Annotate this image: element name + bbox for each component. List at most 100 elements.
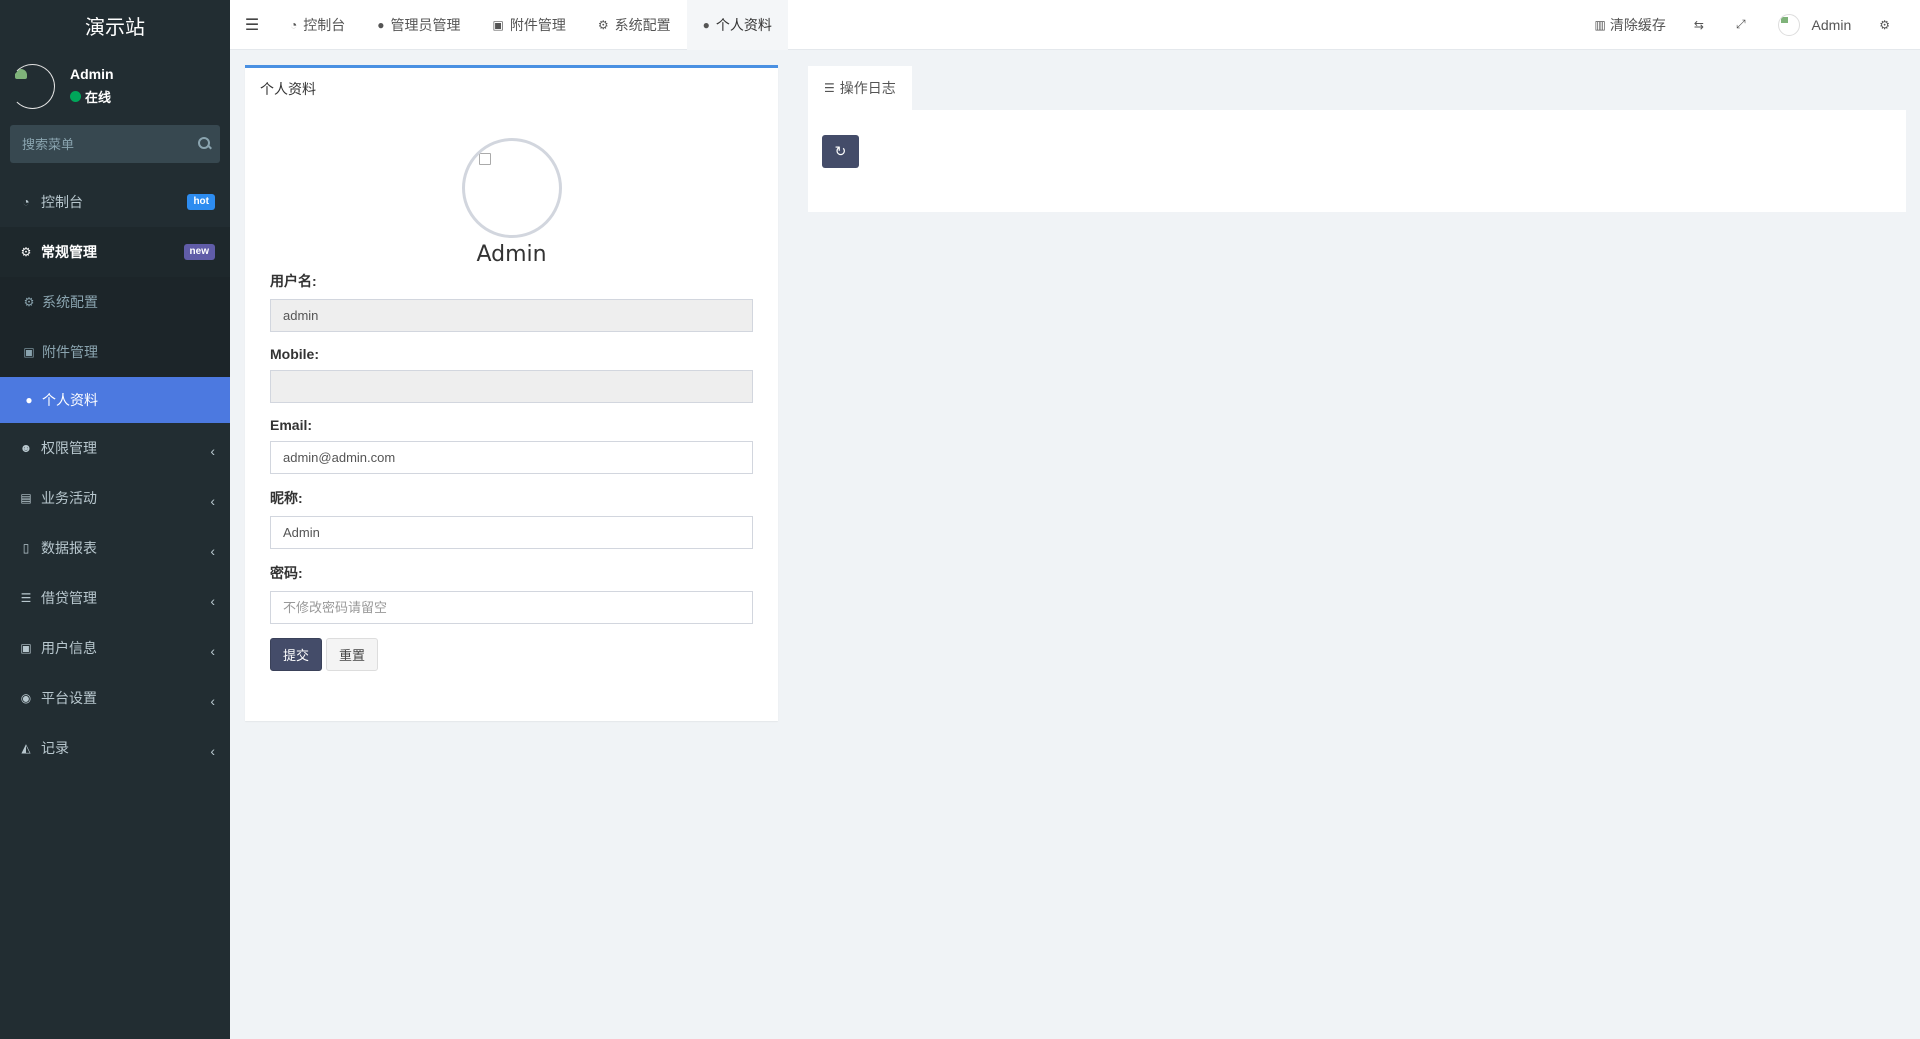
gear-icon: ⚙ [597,17,609,32]
language-button[interactable]: ⇆ [1680,0,1722,50]
sidebar-item-label: 系统配置 [42,294,98,310]
password-field[interactable] [270,591,753,624]
expand-icon: ⤢ [1735,17,1746,31]
sidebar-search-input[interactable] [22,136,198,152]
tab-label: 管理员管理 [390,16,461,33]
sidebar-item-loans[interactable]: ☰ 借贷管理 ‹ [0,573,230,623]
area-chart-icon: ◭ [21,741,31,755]
sidebar-item-dashboard[interactable]: ◔ 控制台 hot [0,177,230,227]
user-panel: Admin 在线 [0,50,230,122]
tab-label: 控制台 [303,16,346,33]
panel-title: 个人资料 [260,81,316,97]
list-icon: ☰ [20,591,32,605]
search-icon[interactable] [198,137,210,151]
cogs-icon: ⚙ [1879,17,1890,32]
sidebar-menu: ◔ 控制台 hot ⚙ 常规管理 new ⚙ 系统配置 ▣ 附件管理 ● 个人资… [0,177,230,773]
new-badge: new [183,244,215,260]
id-card-icon: ▤ [20,491,32,505]
sidebar: 演示站 Admin 在线 ◔ 控制台 hot ⚙ 常规管理 new ⚙ 系统 [0,0,230,1039]
sidebar-item-user-info[interactable]: ▣ 用户信息 ‹ [0,623,230,673]
tab-label: 操作日志 [839,80,896,96]
sidebar-item-system-config[interactable]: ⚙ 系统配置 [0,277,230,327]
password-label: 密码: [270,565,303,581]
tab-system-config[interactable]: ⚙ 系统配置 [582,0,687,50]
mobile-field [270,370,753,403]
form-group-mobile: Mobile: [270,346,753,403]
sidebar-item-label: 借贷管理 [41,590,97,606]
hot-badge: hot [187,194,215,210]
user-status-text: 在线 [85,90,112,105]
chevron-left-icon: ‹ [210,593,215,609]
refresh-icon: ↻ [834,143,847,159]
form-group-nickname: 昵称: [270,488,753,549]
email-label: Email: [270,417,313,433]
nickname-field[interactable] [270,516,753,549]
top-header: ☰ ◔ 控制台 ● 管理员管理 ▣ 附件管理 ⚙ 系统配置 ● 个人资料 ▥ 清… [230,0,1920,50]
cogs-icon: ⚙ [20,245,32,259]
sidebar-item-reports[interactable]: ▯ 数据报表 ‹ [0,523,230,573]
general-submenu: ⚙ 系统配置 ▣ 附件管理 ● 个人资料 [0,277,230,423]
refresh-button[interactable]: ↻ [822,135,859,168]
sidebar-item-label: 控制台 [41,194,83,210]
form-group-email: Email: [270,417,753,474]
reset-button[interactable]: 重置 [326,638,379,671]
log-tabs: ☰ 操作日志 [808,66,912,110]
username-field [270,299,753,332]
email-field[interactable] [270,441,753,474]
profile-panel: 个人资料 Admin 用户名: Mobile: Email: 昵称: 密码: 提… [245,65,778,721]
profile-name: Admin [476,242,547,267]
sidebar-item-label: 个人资料 [42,392,98,408]
sidebar-item-label: 附件管理 [42,344,98,360]
sidebar-item-records[interactable]: ◭ 记录 ‹ [0,723,230,773]
user-icon: ● [702,17,710,32]
tab-profile[interactable]: ● 个人资料 [686,0,788,50]
sidebar-item-label: 业务活动 [41,490,97,506]
profile-form: 用户名: Mobile: Email: 昵称: 密码: 提交 重置 [245,271,778,671]
user-icon: ● [377,17,385,32]
online-dot-icon [70,91,81,102]
list-icon: ☰ [824,81,835,95]
sidebar-item-general[interactable]: ⚙ 常规管理 new [0,227,230,277]
sidebar-item-permissions[interactable]: ☻ 权限管理 ‹ [0,423,230,473]
username-label: 用户名: [270,273,317,289]
gear-icon: ⚙ [23,295,35,309]
fullscreen-button[interactable]: ⤢ [1722,0,1764,50]
circle-dot-icon: ◉ [20,691,32,705]
tab-attachments[interactable]: ▣ 附件管理 [477,0,582,50]
clear-cache-button[interactable]: ▥ 清除缓存 [1581,0,1680,50]
tab-label: 个人资料 [715,16,772,33]
tab-label: 系统配置 [614,16,671,33]
chevron-left-icon: ‹ [210,643,215,659]
user-name: Admin [70,66,114,82]
profile-avatar[interactable] [461,138,562,238]
sidebar-item-label: 常规管理 [41,244,97,260]
user-status: 在线 [70,87,114,106]
sidebar-item-label: 权限管理 [41,440,97,456]
file-text-icon: ▯ [22,541,30,555]
menu-toggle-icon[interactable]: ☰ [230,0,274,50]
sidebar-item-profile[interactable]: ● 个人资料 [0,377,230,423]
form-group-username: 用户名: [270,271,753,332]
form-group-password: 密码: [270,563,753,624]
control-sidebar-button[interactable]: ⚙ [1865,0,1908,50]
site-logo[interactable]: 演示站 [0,0,230,50]
user-menu[interactable]: Admin [1764,0,1866,50]
address-book-icon: ▣ [20,641,32,655]
header-username: Admin [1811,16,1852,33]
tab-dashboard[interactable]: ◔ 控制台 [274,0,361,50]
dashboard-icon: ◔ [22,195,30,209]
trash-icon: ▥ [1594,17,1606,32]
user-icon: ● [25,393,33,407]
chevron-left-icon: ‹ [210,493,215,509]
tab-admin-management[interactable]: ● 管理员管理 [361,0,476,50]
tab-operation-log[interactable]: ☰ 操作日志 [808,66,912,110]
sidebar-item-label: 用户信息 [41,640,97,656]
avatar [10,63,55,109]
submit-button[interactable]: 提交 [270,638,323,671]
sidebar-item-platform-settings[interactable]: ◉ 平台设置 ‹ [0,673,230,723]
header-right: ▥ 清除缓存 ⇆ ⤢ Admin ⚙ [1581,0,1920,50]
mobile-label: Mobile: [270,346,319,362]
sidebar-item-business[interactable]: ▤ 业务活动 ‹ [0,473,230,523]
sidebar-item-attachments[interactable]: ▣ 附件管理 [0,327,230,377]
file-image-icon: ▣ [492,17,504,32]
